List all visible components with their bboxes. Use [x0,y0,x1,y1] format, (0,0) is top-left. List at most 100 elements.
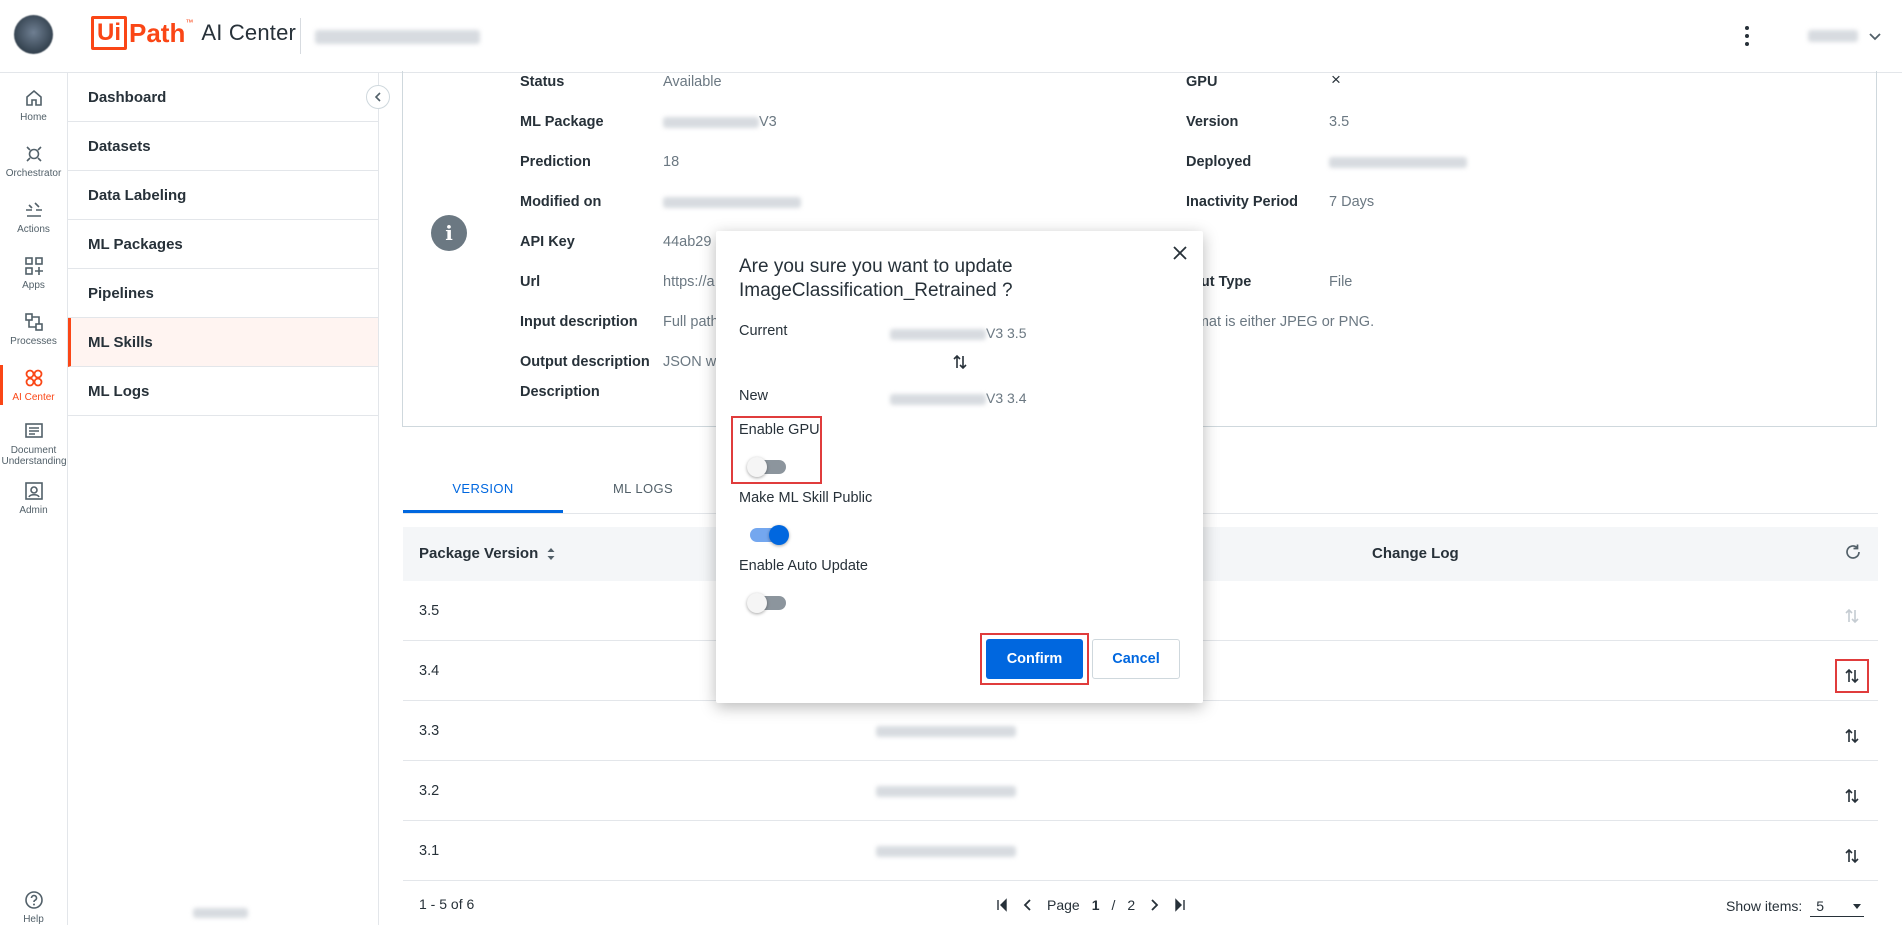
collapse-sidenav-button[interactable] [366,85,390,109]
rail-label: Orchestrator [5,168,62,179]
logo-ui: Ui [91,16,127,50]
update-version-button [1835,599,1869,633]
swap-vertical-icon [953,354,967,370]
row-version: 3.1 [419,843,440,859]
row-date-redacted [876,786,1016,797]
next-page-icon[interactable] [1147,898,1161,912]
rail-item-home[interactable]: Home [0,88,67,142]
ml-package-suffix: V3 [759,114,777,130]
ml-package-label: ML Package [520,114,604,130]
first-page-icon[interactable] [995,898,1009,912]
last-page-icon[interactable] [1173,898,1187,912]
sidenav-item-ml-logs[interactable]: ML Logs [68,367,378,416]
auto-update-toggle[interactable] [747,593,786,613]
home-icon [25,89,42,106]
rail-item-document-understanding[interactable]: Document Understanding [0,421,67,475]
actions-icon [25,202,42,217]
org-avatar[interactable] [14,15,53,54]
rail-label: Actions [17,224,50,235]
swap-vertical-icon [1845,608,1859,624]
column-header-change-log: Change Log [1372,545,1459,562]
column-header-package-version[interactable]: Package Version [419,545,556,562]
swap-vertical-icon [1845,848,1859,864]
row-date-redacted [876,726,1016,737]
new-package-redacted [890,393,986,405]
uipath-logo[interactable]: Ui Path ™ AI Center [91,16,296,50]
gpu-label: GPU [1186,74,1218,90]
sidenav-item-data-labeling[interactable]: Data Labeling [68,171,378,220]
page-size-select[interactable]: 5 [1810,895,1865,917]
gpu-value-icon: × [1331,70,1341,89]
status-label: Status [520,74,565,90]
chevron-left-icon [374,92,381,102]
input-description-value: Full path [663,314,719,330]
confirm-button[interactable]: Confirm [986,639,1083,679]
previous-page-icon[interactable] [1021,898,1035,912]
update-version-button[interactable] [1835,779,1869,813]
current-label: Current [739,323,788,339]
input-format-value: rmat is either JPEG or PNG. [1192,314,1375,330]
rail-item-ai-center[interactable]: AI Center [0,365,67,422]
rail-item-actions[interactable]: Actions [0,200,67,254]
current-value: V3 3.5 [890,325,1026,341]
new-value: V3 3.4 [890,390,1026,406]
swap-vertical-icon [1845,728,1859,744]
cancel-button[interactable]: Cancel [1092,639,1180,679]
document-understanding-icon [24,423,43,438]
enable-gpu-toggle[interactable] [747,457,786,477]
auto-update-label: Enable Auto Update [739,558,868,574]
swap-vertical-icon [1845,788,1859,804]
rail-item-admin[interactable]: Admin [0,481,67,535]
tab-version[interactable]: VERSION [403,481,563,513]
update-version-button[interactable] [1835,719,1869,753]
rail-item-apps[interactable]: Apps [0,256,67,310]
row-version: 3.2 [419,783,440,799]
table-row: 3.1 [403,821,1878,881]
caret-down-icon [1853,903,1862,909]
rail-label: AI Center [12,392,55,403]
column-header-label: Package Version [419,545,539,562]
ml-package-name-redacted [663,116,759,128]
info-icon: i [431,215,467,251]
update-version-button[interactable] [1835,659,1869,693]
sidenav-item-datasets[interactable]: Datasets [68,122,378,171]
rail-label: Help [23,914,44,925]
page-separator: / [1111,897,1116,913]
rail-item-help[interactable]: Help [0,890,67,925]
deployed-label: Deployed [1186,154,1252,170]
status-value: Available [663,74,722,90]
sidenav-item-dashboard[interactable]: Dashboard [68,73,378,122]
toggle-knob [747,457,767,477]
page-size-value: 5 [1816,897,1825,914]
more-options-icon[interactable] [1737,24,1757,48]
close-icon[interactable] [1170,243,1190,263]
prediction-label: Prediction [520,154,591,170]
user-name-redacted[interactable] [1808,30,1858,42]
total-pages: 2 [1127,897,1136,913]
url-value[interactable]: https://a [663,274,715,290]
sidenav-item-ml-packages[interactable]: ML Packages [68,220,378,269]
row-version: 3.3 [419,723,440,739]
sort-icon [547,547,555,560]
side-navigation: Dashboard Datasets Data Labeling ML Pack… [68,73,390,925]
tab-ml-logs[interactable]: ML LOGS [563,481,723,513]
api-key-label: API Key [520,234,575,250]
inactivity-period-label: Inactivity Period [1186,194,1299,210]
refresh-icon[interactable] [1844,543,1862,561]
make-public-toggle[interactable] [750,525,789,545]
dialog-title-line1: Are you sure you want to update [739,256,1013,277]
update-version-button[interactable] [1835,839,1869,873]
new-label: New [739,388,769,404]
chevron-down-icon[interactable] [1867,28,1883,44]
product-name: AI Center [201,20,297,45]
admin-icon [24,482,43,500]
new-version-text: V3 3.4 [986,390,1027,406]
sidenav-item-ml-skills[interactable]: ML Skills [68,318,378,367]
header-divider [300,18,301,54]
sidenav-item-pipelines[interactable]: Pipelines [68,269,378,318]
orchestrator-icon [25,146,42,162]
rail-item-processes[interactable]: Processes [0,312,67,366]
rail-item-orchestrator[interactable]: Orchestrator [0,144,67,198]
dialog-title-line2: ImageClassification_Retrained ? [739,280,1013,301]
rail-label: Home [20,112,47,123]
